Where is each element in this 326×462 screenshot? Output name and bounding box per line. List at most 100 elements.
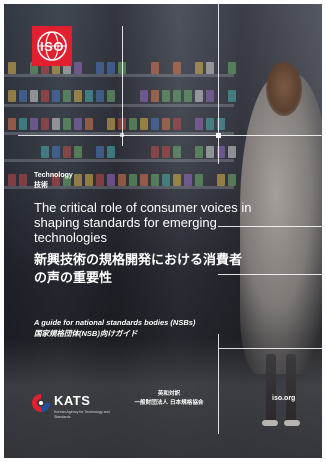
shelf-product — [107, 90, 115, 102]
shelf-product — [74, 118, 82, 130]
shelf-product — [74, 90, 82, 102]
shelf-product — [173, 174, 181, 186]
shelf-product — [107, 146, 115, 158]
category-en: Technology — [34, 172, 73, 179]
shelf-product — [151, 62, 159, 74]
subtitle-ja: 国家規格団体(NSB)向けガイド — [34, 329, 138, 338]
subtitle: A guide for national standards bodies (N… — [34, 317, 254, 339]
shelf-product — [63, 118, 71, 130]
cover-page: ISO Technology 技術 The critical role of c… — [4, 4, 322, 458]
shelf-product — [107, 118, 115, 130]
shelf-product — [129, 174, 137, 186]
kats-logo-text: KATS — [54, 393, 91, 408]
shelf-product — [151, 118, 159, 130]
shelf — [4, 104, 234, 107]
shelf-product — [74, 174, 82, 186]
shelf-product — [162, 90, 170, 102]
shelf-product — [173, 62, 181, 74]
shelf-product — [228, 174, 236, 186]
website-link[interactable]: iso.org — [272, 395, 295, 402]
shelf-product — [107, 174, 115, 186]
shelf-product — [195, 174, 203, 186]
shelf-product — [30, 90, 38, 102]
shelf-product — [228, 90, 236, 102]
shelf-product — [96, 146, 104, 158]
shelf-product — [140, 118, 148, 130]
category-ja: 技術 — [34, 182, 48, 189]
shelf-product — [173, 90, 181, 102]
shelf-product — [173, 146, 181, 158]
iso-logo: ISO — [32, 26, 72, 66]
shelf-product — [85, 90, 93, 102]
subtitle-en: A guide for national standards bodies (N… — [34, 318, 196, 327]
shelf-product — [162, 146, 170, 158]
shelf-product — [19, 118, 27, 130]
shelf-product — [41, 90, 49, 102]
grid-intersection-marker — [120, 133, 124, 137]
shelf-product — [217, 174, 225, 186]
shelf-product — [74, 62, 82, 74]
shopper-shoe — [284, 420, 300, 426]
shelf-product — [151, 90, 159, 102]
shelf-product — [30, 118, 38, 130]
shelf-product — [85, 118, 93, 130]
kats-swirl-icon — [32, 394, 50, 412]
shelf-product — [206, 62, 214, 74]
shelf-product — [184, 174, 192, 186]
shelf-product — [52, 146, 60, 158]
shelf-product — [74, 146, 82, 158]
shelf-product — [195, 90, 203, 102]
shelf-product — [151, 146, 159, 158]
shelf-product — [228, 146, 236, 158]
kats-tagline: Korean Agency for Technology and Standar… — [54, 410, 110, 419]
shelf-product — [8, 118, 16, 130]
category-label: Technology 技術 — [34, 171, 73, 191]
shelf — [4, 74, 234, 77]
shelf-product — [63, 90, 71, 102]
shelf-product — [173, 118, 181, 130]
shelf-product — [85, 174, 93, 186]
shelf-product — [162, 118, 170, 130]
shelf-product — [96, 90, 104, 102]
shelf-product — [19, 174, 27, 186]
shopper-leg — [286, 354, 296, 424]
shelf-product — [162, 174, 170, 186]
shelf-product — [41, 146, 49, 158]
shelf-product — [151, 174, 159, 186]
shelf-product — [206, 146, 214, 158]
grid-line-vertical — [218, 334, 219, 434]
shelf-product — [8, 62, 16, 74]
shelf-product — [118, 174, 126, 186]
shelf-product — [206, 90, 214, 102]
shelf-product — [52, 90, 60, 102]
shelf-product — [96, 174, 104, 186]
shelf-product — [19, 90, 27, 102]
shelf-product — [195, 62, 203, 74]
shelf-product — [195, 118, 203, 130]
shelf-product — [8, 174, 16, 186]
shelf-product — [52, 118, 60, 130]
shelf-product — [107, 62, 115, 74]
shelf-product — [129, 118, 137, 130]
shelf-product — [96, 62, 104, 74]
shelf-product — [206, 118, 214, 130]
shelf — [4, 159, 234, 162]
shopper-hair — [266, 62, 302, 116]
publisher-credit: 英和対訳 一般財団法人 日本規格協会 — [124, 390, 214, 408]
shopper-leg — [266, 354, 276, 424]
kats-logo: KATS Korean Agency for Technology and St… — [30, 390, 120, 426]
shelf-product — [140, 90, 148, 102]
shelf-product — [184, 90, 192, 102]
publisher-line-2: 一般財団法人 日本規格協会 — [134, 400, 204, 406]
iso-logo-text: ISO — [40, 39, 64, 54]
grid-line-horizontal — [218, 348, 322, 349]
publisher-line-1: 英和対訳 — [157, 391, 181, 397]
title-japanese: 新興技術の規格開発における消費者の声の重要性 — [34, 253, 243, 286]
shelf-product — [63, 146, 71, 158]
grid-line-vertical — [122, 26, 123, 146]
shelf-product — [8, 90, 16, 102]
shelf-product — [41, 118, 49, 130]
shelf-product — [140, 174, 148, 186]
shelf-product — [195, 146, 203, 158]
shopper-shoe — [262, 420, 278, 426]
